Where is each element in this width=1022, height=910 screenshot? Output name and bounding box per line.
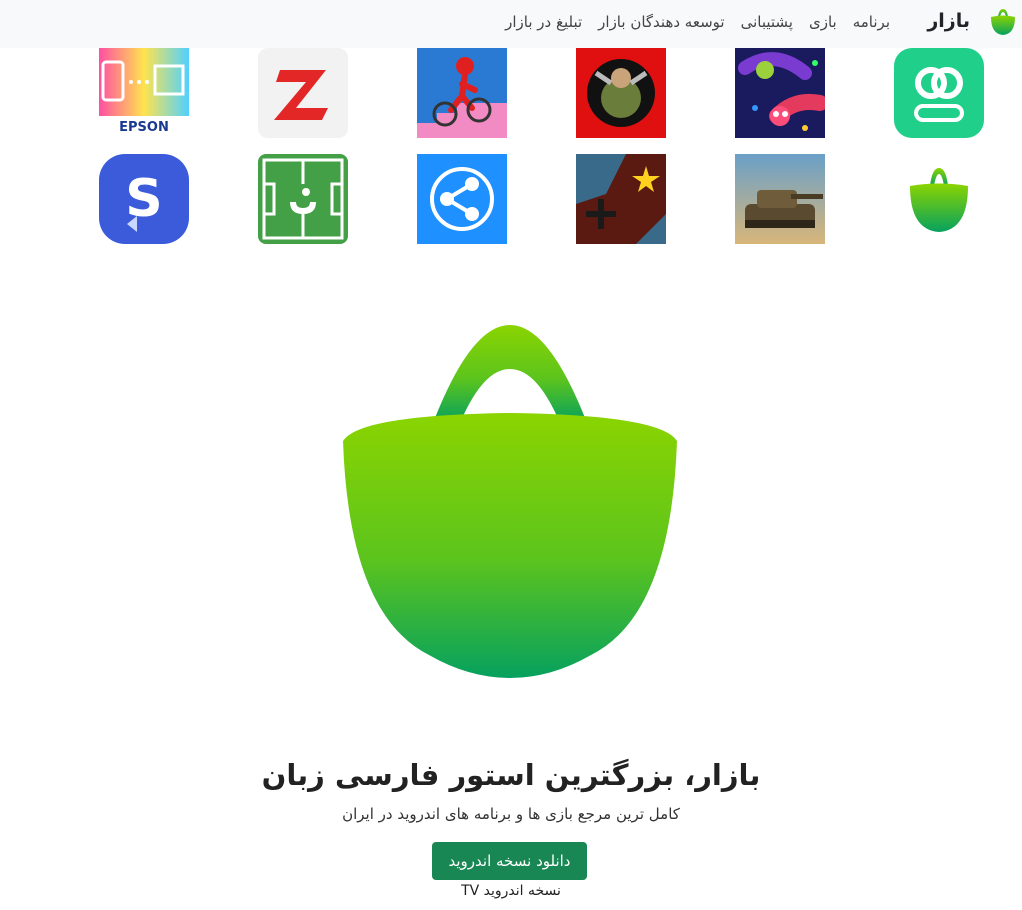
epson-logo-text: EPSON <box>119 120 169 135</box>
android-tv-link[interactable]: نسخه اندروید TV <box>0 883 1022 899</box>
navbar: بازار برنامه بازی پشتیبانی توسعه دهندگان… <box>0 0 1022 48</box>
strategy-game-icon[interactable] <box>576 154 666 244</box>
bazaar-bag-icon[interactable] <box>894 154 984 244</box>
snake-game-icon[interactable] <box>735 48 825 138</box>
featured-apps-grid: EPSON S <box>94 48 984 248</box>
football-app-icon[interactable] <box>258 154 348 244</box>
smart-switch-app-icon[interactable]: S <box>99 154 189 244</box>
nav-link-developers[interactable]: توسعه دهندگان بازار <box>598 13 724 31</box>
bazaar-bag-icon[interactable] <box>990 6 1016 36</box>
page-subtitle: کامل ترین مرجع بازی ها و برنامه های اندر… <box>342 805 680 823</box>
bazaar-bag-icon <box>341 325 679 678</box>
download-android-button[interactable]: دانلود نسخه اندروید <box>432 842 587 880</box>
fighter-game-icon[interactable] <box>576 48 666 138</box>
page-title: بازار، بزرگترین استور فارسی زبان <box>261 758 761 792</box>
nav-link-advertise[interactable]: تبلیغ در بازار <box>505 13 582 31</box>
tank-game-icon[interactable] <box>735 154 825 244</box>
brand-name[interactable]: بازار <box>927 10 970 32</box>
nav-link-apps[interactable]: برنامه <box>853 13 890 31</box>
bmx-game-icon[interactable] <box>417 48 507 138</box>
smart-switch-letter: S <box>125 169 162 229</box>
pod-app-icon[interactable] <box>894 48 984 138</box>
nav-link-games[interactable]: بازی <box>809 13 837 31</box>
zapya-app-icon[interactable] <box>258 48 348 138</box>
shareit-app-icon[interactable] <box>417 154 507 244</box>
epson-print-app-icon[interactable]: EPSON <box>99 48 189 138</box>
nav-links: برنامه بازی پشتیبانی توسعه دهندگان بازار… <box>505 13 890 31</box>
nav-link-support[interactable]: پشتیبانی <box>741 13 793 31</box>
